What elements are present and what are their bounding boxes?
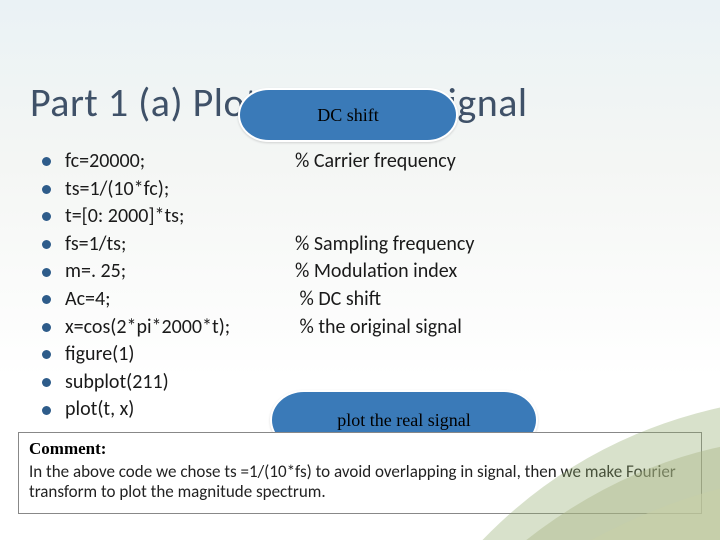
bullet-icon: [42, 268, 51, 277]
code-comment: % Modulation index: [295, 258, 457, 286]
code-bullet-list: fc=20000;% Carrier frequency ts=1/(10*fc…: [42, 148, 474, 424]
bullet-icon: [42, 378, 51, 387]
list-item: figure(1): [42, 341, 474, 369]
bullet-icon: [42, 212, 51, 221]
list-item: fc=20000;% Carrier frequency: [42, 148, 474, 176]
code-text: plot(t, x): [65, 396, 295, 424]
code-text: m=. 25;: [65, 258, 295, 286]
code-text: x=cos(2*pi*2000*t);: [65, 314, 295, 342]
code-text: fc=20000;: [65, 148, 295, 176]
bullet-icon: [42, 295, 51, 304]
bullet-icon: [42, 323, 51, 332]
code-comment: % DC shift: [295, 286, 381, 314]
bullet-icon: [42, 240, 51, 249]
comment-box: Comment: In the above code we chose ts =…: [18, 432, 702, 514]
callout-dc-shift: DC shift: [238, 88, 458, 142]
code-text: figure(1): [65, 341, 295, 369]
bullet-icon: [42, 157, 51, 166]
code-text: t=[0: 2000]*ts;: [65, 203, 295, 231]
code-text: fs=1/ts;: [65, 231, 295, 259]
code-comment: % Sampling frequency: [295, 231, 474, 259]
bullet-icon: [42, 185, 51, 194]
list-item: fs=1/ts;% Sampling frequency: [42, 231, 474, 259]
callout-text: plot the real signal: [337, 410, 470, 431]
comment-header: Comment:: [29, 439, 691, 460]
code-text: subplot(211): [65, 369, 295, 397]
comment-body: In the above code we chose ts =1/(10*fs)…: [29, 462, 691, 503]
bullet-icon: [42, 406, 51, 415]
bullet-icon: [42, 350, 51, 359]
list-item: x=cos(2*pi*2000*t); % the original signa…: [42, 314, 474, 342]
slide: Part 1 (a) Plot the input signal fc=2000…: [0, 0, 720, 540]
list-item: Ac=4; % DC shift: [42, 286, 474, 314]
list-item: t=[0: 2000]*ts;: [42, 203, 474, 231]
code-text: Ac=4;: [65, 286, 295, 314]
list-item: m=. 25;% Modulation index: [42, 258, 474, 286]
code-text: ts=1/(10*fc);: [65, 176, 295, 204]
code-comment: % the original signal: [295, 314, 462, 342]
list-item: ts=1/(10*fc);: [42, 176, 474, 204]
code-comment: % Carrier frequency: [295, 148, 456, 176]
callout-text: DC shift: [317, 105, 379, 126]
